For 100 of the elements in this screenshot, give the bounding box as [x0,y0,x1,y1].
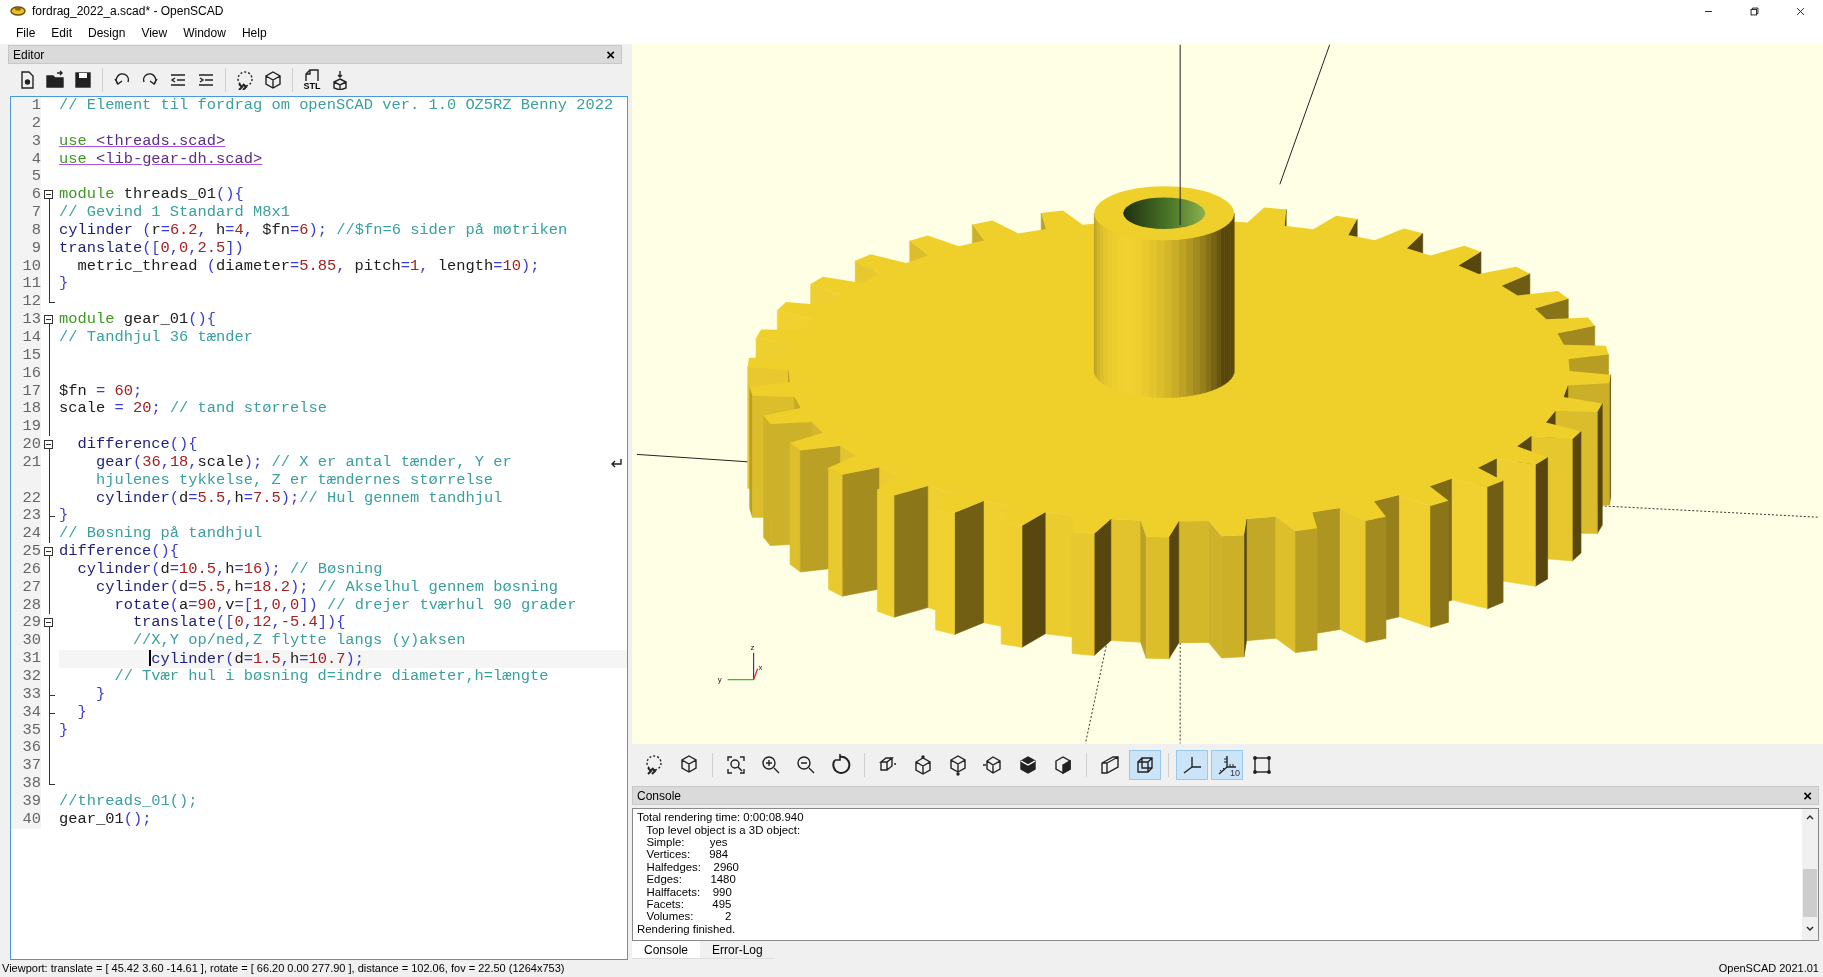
menu-item[interactable]: Design [80,26,134,40]
code-line: } [59,275,69,294]
scrollbar[interactable] [1802,809,1818,941]
perspective-icon [1099,753,1121,776]
code-line: cylinder(d=10.5,h=16); // Bøsning [76,560,383,579]
code-line: rotate(a=90,v=[1,0,0]) // drejer tværhul 90 grader [113,596,577,615]
show-axes-button[interactable] [1176,749,1208,780]
view-all-icon [725,753,747,776]
version-label: OpenSCAD 2021.01 [1718,961,1819,974]
line-number: 6 [11,186,41,205]
console-line: Total rendering time: 0:00:08.940 [637,811,805,824]
file-corner-icon [303,69,321,82]
console-tab[interactable]: Console [632,941,701,960]
code-line: module gear_01(){ [59,311,217,329]
line-number: 24 [11,525,41,544]
code-line: cylinder (r=6.2, h=4, $fn=6); //$fn=6 sider på møtriken [59,221,568,240]
export-stl-button[interactable]: STL [299,67,325,93]
line-number: 25 [11,543,41,561]
open-folder-icon [45,70,65,90]
show-edges-icon [1251,753,1273,776]
console-line: Edges: 1480 [645,873,737,886]
code-line: use <lib-gear-dh.scad> [59,150,263,169]
code-line: } [94,685,106,704]
line-number: 32 [11,668,41,686]
code-line: difference(){ [76,436,198,454]
line-number: 36 [11,739,41,758]
line-number: 23 [11,507,41,526]
view-bottom-icon [947,753,969,776]
zoom-in-icon [760,753,782,776]
console-line: Simple: yes [645,836,729,849]
line-number: 38 [11,775,41,793]
console-line: Halffacets: 990 [645,885,733,898]
code-line: gear(36,18,scale); // X er antal tænder, Y er [94,453,512,472]
viewport-status: Viewport: translate = [ 45.42 3.60 -14.61 ], rotate = [ 66.20 0.00 277.90 ], distance = 102.06, fov = 22.50 (1264x753) [2,961,565,974]
menu-item[interactable]: Window [175,26,234,40]
fold-toggle-icon[interactable] [44,547,53,557]
fold-toggle-icon[interactable] [44,315,53,325]
close-button[interactable]: × [604,47,617,62]
code-line: } [59,507,69,526]
code-line: module threads_01(){ [59,186,244,205]
view-back-icon [1052,753,1074,776]
line-number: 18 [11,400,41,419]
fold-toggle-icon[interactable] [44,190,53,200]
render-icon [263,70,283,90]
window-title: fordrag_2022_a.scad* - OpenSCAD [32,4,225,18]
code-line: metric_thread (diameter=5.85, pitch=1, length=10); [76,257,540,276]
line-number: 1 [11,97,41,115]
line-number: 13 [11,311,41,329]
close-button[interactable]: × [1801,788,1814,803]
axis-label: x [758,662,763,672]
reset-view-icon [830,753,852,776]
console-line: Volumes: 2 [645,910,733,923]
console-line: Facets: 495 [645,898,733,911]
panel-title: Editor [13,47,45,62]
line-number: 30 [11,632,41,651]
view-left-icon [982,753,1004,776]
code-line: } [76,703,87,722]
axis-label: z [750,642,755,652]
code-line: //threads_01(); [59,792,198,811]
code-line: // Bøsning på tandhjul [59,525,263,544]
menu-item[interactable]: View [133,26,176,40]
code-line: translate([0,12,-5.4]){ [131,614,346,633]
scale-markers-icon [1216,753,1238,776]
menu-item[interactable]: Edit [43,26,81,40]
fold-toggle-icon[interactable] [44,440,53,450]
line-number: 29 [11,614,41,633]
console-line: Vertices: 984 [645,848,730,861]
view-top-icon [912,753,934,776]
panel-title: Console [637,788,682,803]
axis-label: y [717,674,722,684]
line-number: 19 [11,418,41,437]
code-line: // Tvær hul i bøsning d=indre diameter,h=længte [113,668,549,686]
code-line: // Element til fordrag om openSCAD ver. 1.0 OZ5RZ Benny 2022 [59,97,614,115]
menu-item[interactable]: Help [233,26,275,40]
line-number: 5 [11,168,41,187]
console-line: Halfedges: 2960 [645,860,740,874]
save-icon [73,70,93,90]
line-number: 31 [11,650,41,668]
scale-markers-button[interactable]: 10 [1211,749,1243,780]
code-line: difference(){ [59,543,180,561]
restore-icon [1748,5,1760,17]
preview-icon [235,70,255,90]
code-line: scale = 20; // tand størrelse [59,400,327,419]
line-number: 37 [11,757,41,776]
code-line: // Tandhjul 36 tænder [59,328,253,347]
console-line: Top level object is a 3D object: [645,823,802,836]
code-line: //X,Y op/ned,Z flytte langs (y)aksen [131,632,466,651]
code-line: translate([0,0,2.5]) [59,239,244,258]
render-icon [678,753,700,776]
menu-item[interactable]: File [8,26,44,40]
fold-toggle-icon[interactable] [44,618,53,628]
code-line: cylinder(d=1.5,h=10.7); [148,650,364,668]
code-line: gear_01(); [59,810,152,829]
zoom-out-icon [795,753,817,776]
line-number: 12 [11,293,41,312]
scrollbar-thumb[interactable] [1803,869,1817,918]
axes-indicator-icon [727,652,759,681]
code-line: // Gevind 1 Standard M8x1 [59,204,290,222]
orthogonal-button[interactable] [1129,749,1161,780]
code-line: cylinder(d=5.5,h=7.5);// Hul gennem tandhjul [94,489,503,508]
